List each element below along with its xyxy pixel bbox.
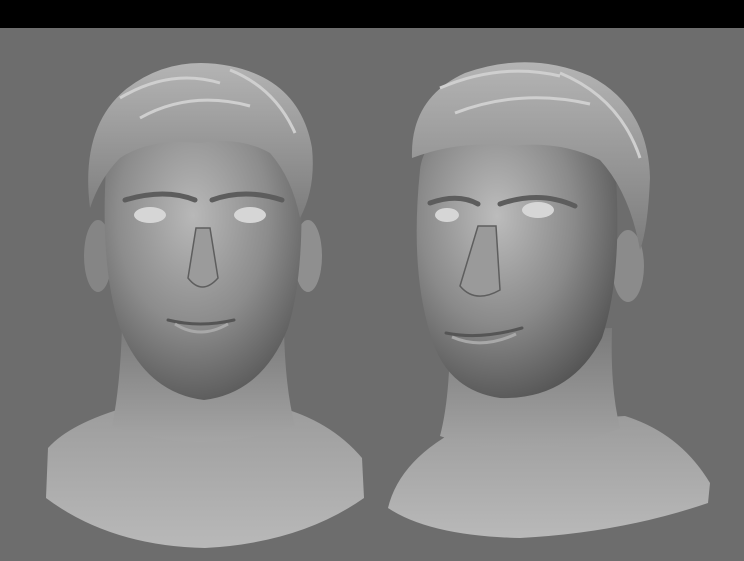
three-quarter-view-head [388,62,710,538]
top-black-bar [0,0,744,28]
quarter-left-eye [435,208,459,222]
front-view-head [46,63,364,548]
quarter-face [416,118,618,399]
front-left-eye [134,207,166,223]
front-right-eye [234,207,266,223]
sculpt-render-scene [46,62,710,548]
quarter-right-eye [522,202,554,218]
render-viewport [0,28,744,561]
